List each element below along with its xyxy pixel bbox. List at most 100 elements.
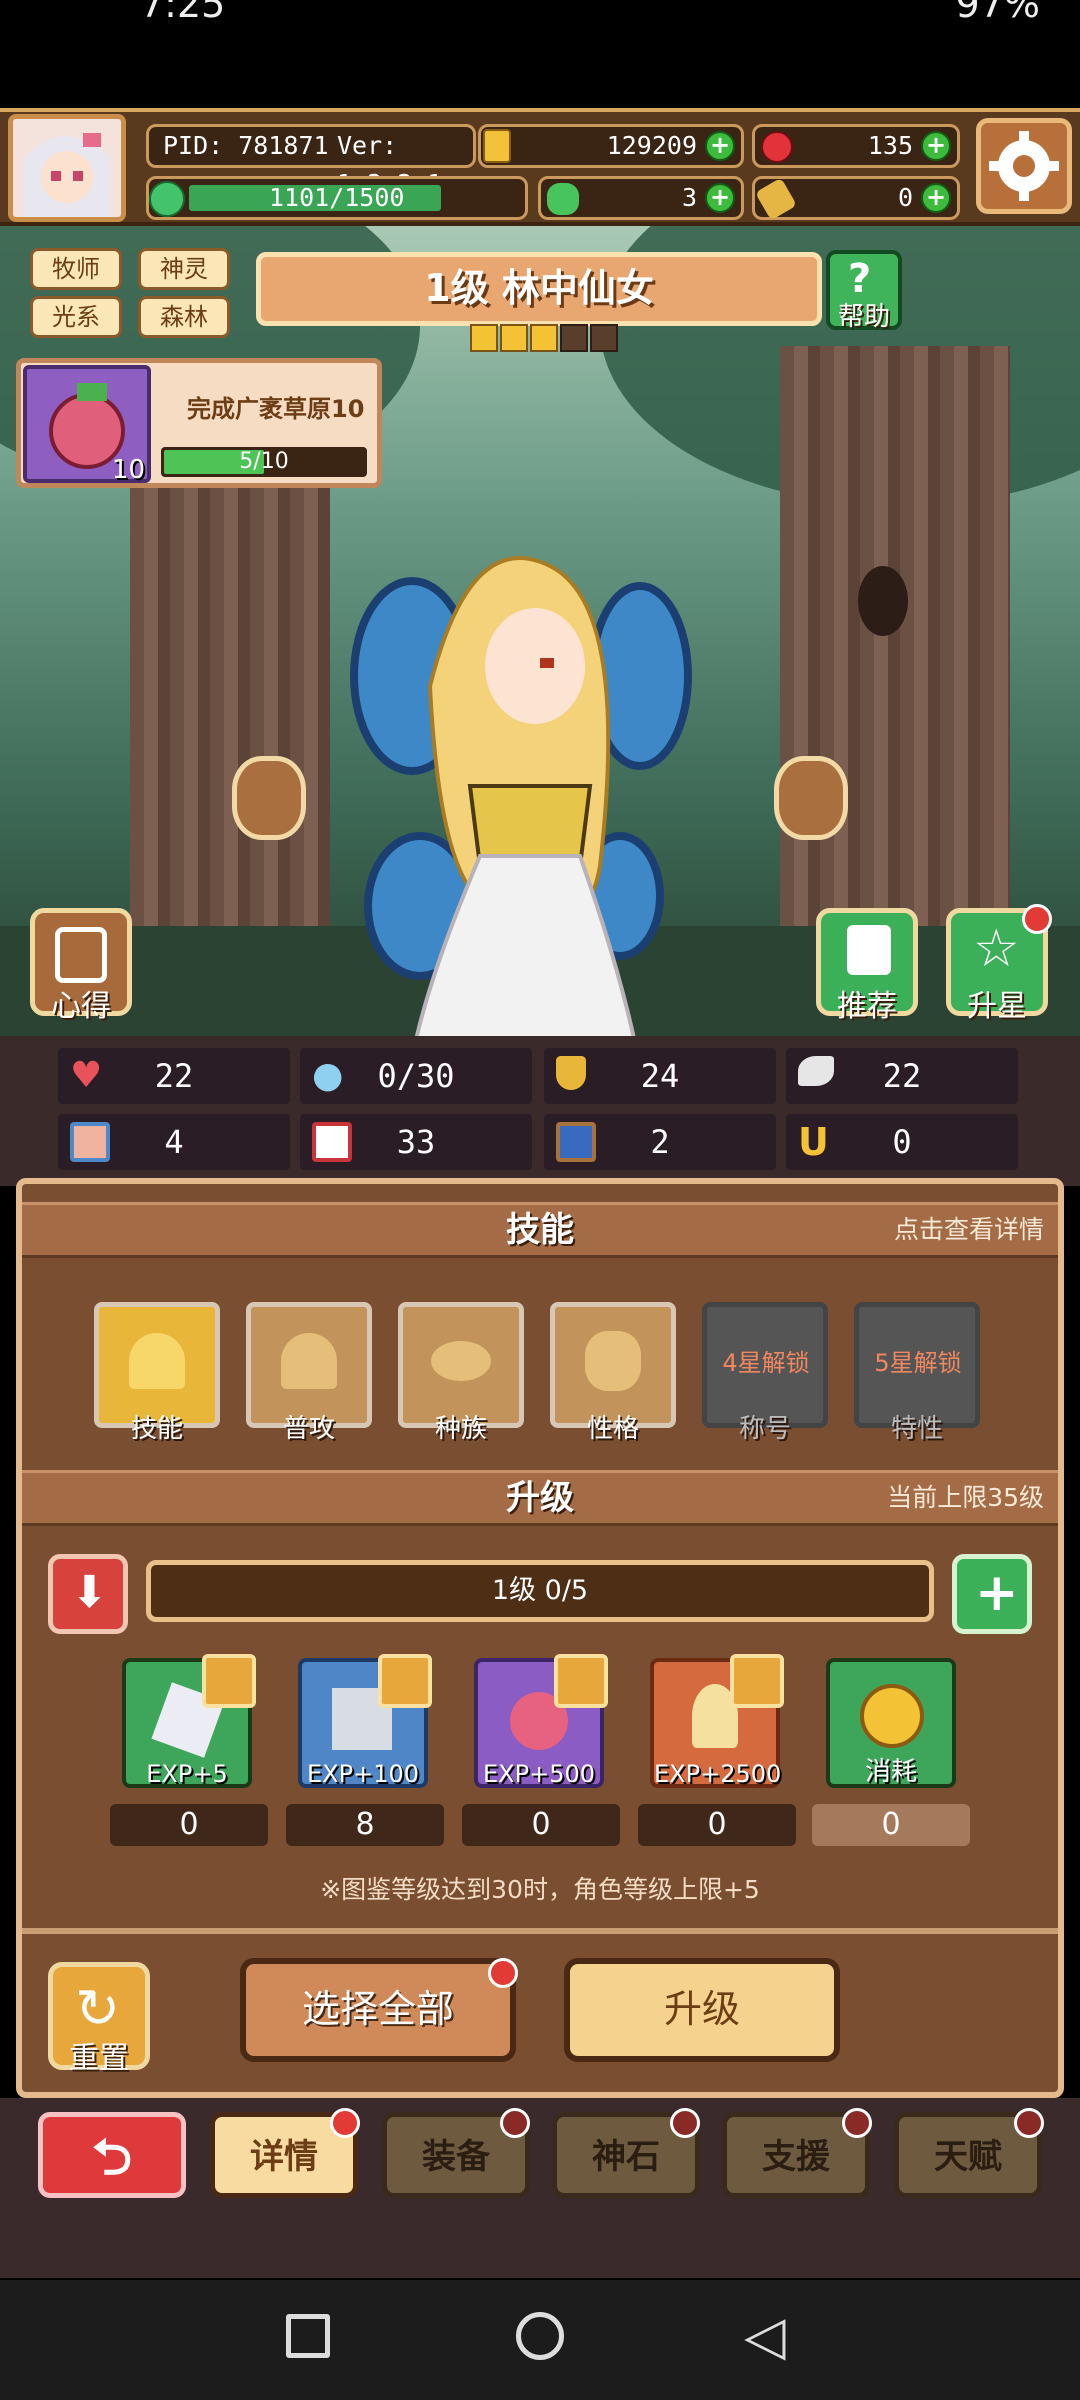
horseshoe-icon: U [798,1120,829,1164]
clover-icon [547,183,579,215]
stat-mana: ● 0/30 [300,1048,532,1104]
recent-apps-icon[interactable] [286,2314,330,2358]
gem-amount: 135 [867,131,913,160]
select-all-button[interactable]: 选择全部 [240,1958,516,2062]
exp-item-label: EXP+5 [146,1760,228,1788]
battery-level: 97% [955,0,1040,26]
clover-amount: 3 [681,183,697,212]
skill-label-personality: 性格 [586,1414,639,1444]
stat-boots: 2 [544,1114,776,1170]
stat-health: ♥ 22 [58,1048,290,1104]
stack-badge-icon [554,1654,608,1708]
red-gem-icon [761,131,793,163]
add-clover-button[interactable]: + [705,183,735,213]
notification-dot [488,1958,518,1988]
gold-amount: 129209 [606,131,697,160]
recommend-button[interactable]: 推荐 [816,908,918,1024]
race-tag: 神灵 [138,248,230,290]
home-icon[interactable] [516,2312,564,2360]
notification-dot [670,2108,700,2138]
help-button[interactable]: ? 帮助 [826,250,902,332]
stack-badge-icon [378,1654,432,1708]
lock-text: 4星解锁 [722,1349,810,1377]
eye-icon [431,1341,491,1381]
skill-label-trait: 特性 [890,1414,943,1444]
clover-pill: 3 + [538,176,744,220]
reset-button[interactable]: ↻ 重置 [48,1962,150,2076]
star-outline-icon: ☆ [973,919,1020,979]
quest-card[interactable]: 10 完成广袤草原10 5/10 [16,358,382,488]
quest-item-slot: 10 [23,365,151,485]
prev-character-button[interactable] [232,756,306,840]
next-character-button[interactable] [774,756,848,840]
heart-icon [281,1333,337,1389]
shield-icon [556,1056,586,1090]
pid-version-pill: PID: 781871 Ver: 1.2.2.1 [146,124,476,198]
star-icon [530,324,558,352]
notification-dot [330,2108,360,2138]
gem-pill: 135 + [752,124,960,168]
level-down-button[interactable]: ⬇ [48,1554,128,1634]
upgrade-hint: 当前上限35级 [887,1483,1044,1512]
add-gem-button[interactable]: + [921,131,951,161]
heart-icon: ♥ [70,1055,103,1096]
star-empty-icon [560,324,588,352]
consume-label: 消耗 [864,1757,917,1787]
add-ticket-button[interactable]: + [921,183,951,213]
notification-dot [1022,904,1052,934]
notification-dot [842,2108,872,2138]
skill-label-race: 种族 [434,1414,487,1444]
ticket-amount: 0 [897,183,913,212]
exp-text: 1101/1500 [269,183,405,212]
reset-label: 重置 [69,2041,129,2076]
scroll-icon [55,927,107,983]
notification-dot [500,2108,530,2138]
upgrade-button[interactable]: 升级 [564,1958,840,2062]
quest-item-count: 10 [111,455,145,485]
ticket-icon [755,177,797,221]
insight-button[interactable]: 心得 [30,908,132,1024]
gear-icon [989,131,1059,201]
skill-label-title: 称号 [738,1414,791,1444]
skill-label-basic-attack: 普攻 [282,1414,335,1444]
plus-icon: + [975,1563,1019,1623]
back-button[interactable]: ⮌ [38,2112,186,2198]
fairy-character[interactable] [350,546,710,1036]
item-count: 0 [462,1804,620,1846]
heart-shield-icon [129,1333,185,1389]
stat-attack: 4 [58,1114,290,1170]
add-gold-button[interactable]: + [705,131,735,161]
stack-badge-icon [202,1654,256,1708]
settings-button[interactable] [976,118,1072,214]
level-up-button[interactable]: + [952,1554,1032,1634]
system-nav-bar: ◁ [0,2280,1080,2400]
water-drop-icon: ● [312,1055,344,1096]
back-triangle-icon[interactable]: ◁ [744,2306,786,2366]
stat-magic: 33 [300,1114,532,1170]
consume-item[interactable]: 消耗 [826,1658,956,1788]
clover-icon [585,1331,641,1391]
player-avatar[interactable] [8,114,126,222]
character-title: 1级 林中仙女 [256,252,822,326]
refresh-icon: ↻ [75,1977,121,2040]
fist-icon [70,1122,110,1162]
boot-icon [556,1122,596,1162]
exp-pill: 1101/1500 [146,176,528,220]
exp-item-label: EXP+2500 [654,1760,782,1788]
stat-luck: U 0 [786,1114,1018,1170]
class-tag: 牧师 [30,248,122,290]
back-arrow-icon: ⮌ [91,2128,133,2186]
arrow-down-icon: ⬇ [71,1567,108,1618]
insight-label: 心得 [51,989,111,1024]
gold-coin-icon [483,129,511,163]
stats-panel: ♥ 22 ● 0/30 24 22 4 33 2 U 0 [0,1036,1080,1186]
item-count: 0 [812,1804,970,1846]
ticket-pill: 0 + [752,176,960,221]
item-count: 0 [110,1804,268,1846]
stack-badge-icon [730,1654,784,1708]
quest-progress-bar: 5/10 [161,447,367,477]
item-count: 0 [638,1804,796,1846]
pid-text: PID: 781871 [163,131,329,160]
lock-text: 5星解锁 [874,1349,962,1377]
level-progress-text: 1级 0/5 [491,1575,589,1606]
